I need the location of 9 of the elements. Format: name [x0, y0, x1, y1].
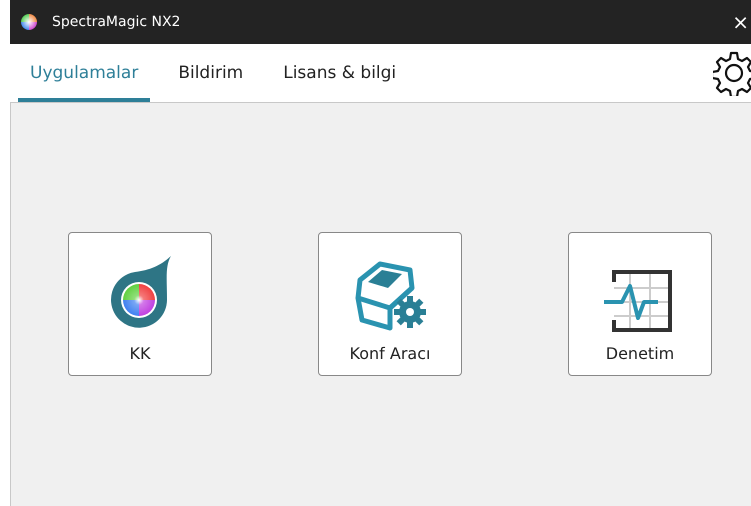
window-title: SpectraMagic NX2	[52, 14, 180, 30]
color-wheel-icon	[20, 13, 38, 31]
app-button[interactable]: Denetim	[568, 232, 712, 376]
app-button[interactable]: KK	[68, 232, 212, 376]
app-button[interactable]: Konf Aracı	[318, 232, 462, 376]
tab[interactable]: Bildirim	[166, 44, 256, 102]
close-button[interactable]: ×	[732, 10, 751, 34]
settings-icon[interactable]	[713, 50, 751, 96]
tab[interactable]: Lisans & bilgi	[271, 44, 408, 102]
